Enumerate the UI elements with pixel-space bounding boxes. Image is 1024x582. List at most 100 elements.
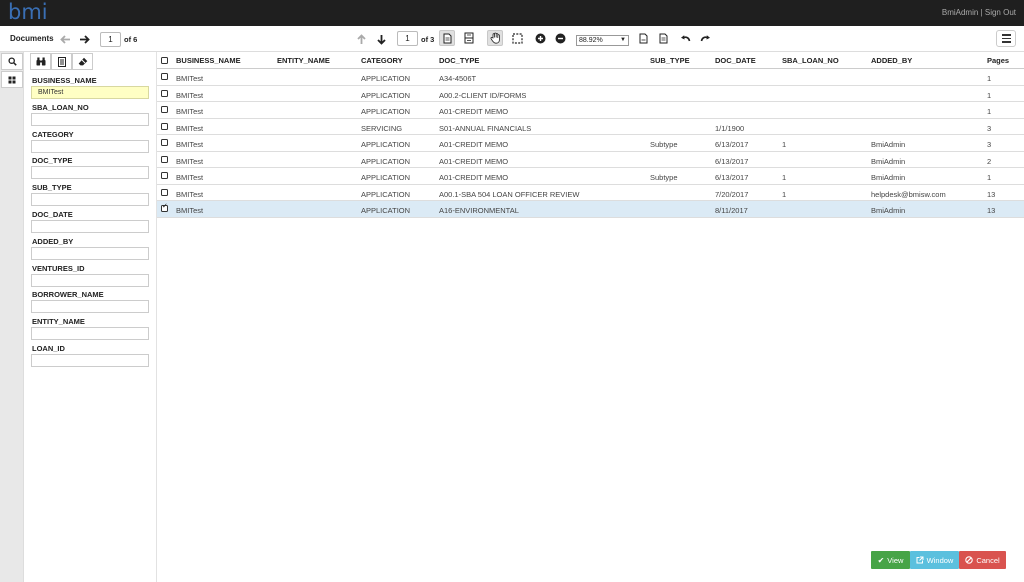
view-button-label: View [887, 555, 904, 565]
page-index-input[interactable]: 1 [397, 31, 418, 46]
col-sba-loan-no-cell: 1 [782, 173, 787, 182]
col-entity-name-header[interactable]: ENTITY_NAME [277, 56, 330, 65]
sign-out-link[interactable]: Sign Out [985, 8, 1016, 17]
col-business-name-cell: BMITest [176, 123, 204, 133]
filter-input-borrower-name[interactable] [31, 300, 149, 314]
app-logo[interactable]: bmi [8, 0, 48, 24]
continuous-view-button[interactable] [461, 30, 477, 46]
zoom-select[interactable]: 88.92% ▼ [576, 35, 629, 46]
rotate-left-button[interactable] [677, 30, 693, 46]
table-row[interactable]: BMITest SERVICING S01-ANNUAL FINANCIALS 1/1… [157, 119, 1024, 135]
menu-button[interactable] [996, 30, 1016, 47]
user-name[interactable]: BmiAdmin [942, 8, 978, 17]
col-doc-type-cell: A16-ENVIRONMENTAL [439, 206, 519, 215]
table-row[interactable]: BMITest APPLICATION A16-ENVIRONMENTAL 8/11/… [157, 201, 1024, 218]
row-checkbox[interactable] [161, 188, 168, 196]
col-doc-date-cell: 6/13/2017 [715, 173, 749, 182]
row-checkbox[interactable] [161, 139, 168, 146]
table-row[interactable]: BMITest APPLICATION A34-4506T 1 [157, 69, 1024, 86]
marquee-select-button[interactable] [509, 30, 525, 46]
col-doc-date-header[interactable]: DOC_DATE [715, 56, 756, 65]
zoom-value: 88.92% [579, 37, 603, 44]
col-doc-type-header[interactable]: DOC_TYPE [439, 56, 479, 65]
eraser-tab[interactable] [72, 53, 93, 70]
col-pages-cell: 1 [987, 90, 992, 100]
filter-label-loan-id: LOAN_ID [32, 344, 65, 353]
col-business-name-header[interactable]: BUSINESS_NAME [176, 56, 241, 65]
col-business-name-cell: BMITest [176, 90, 204, 100]
table-row[interactable]: BMITest APPLICATION A01-CREDIT MEMO Subtype… [157, 168, 1024, 185]
col-business-name-cell: BMITest [176, 140, 204, 149]
row-checkbox[interactable] [161, 73, 168, 80]
filter-input-added-by[interactable] [31, 246, 149, 260]
filter-label-business-name: BUSINESS_NAME [32, 76, 97, 85]
rotate-right-button[interactable] [697, 30, 713, 46]
filter-label-ventures-id: VENTURES_ID [32, 263, 85, 273]
col-pages-cell: 13 [987, 206, 996, 215]
col-sub-type-header[interactable]: SUB_TYPE [650, 56, 690, 65]
prev-document-button[interactable] [57, 31, 73, 47]
arrow-up-icon [356, 33, 366, 44]
col-added-by-header[interactable]: ADDED_BY [871, 56, 912, 65]
list-tab[interactable] [51, 53, 72, 70]
page-copy-icon [659, 33, 668, 43]
col-business-name-cell: BMITest [176, 189, 204, 199]
prev-page-button[interactable] [353, 31, 369, 47]
filter-input-sub-type[interactable] [31, 193, 149, 207]
filter-input-sba-loan-no[interactable] [31, 112, 149, 126]
arrow-down-icon [376, 34, 386, 45]
next-page-button[interactable] [373, 31, 389, 47]
filter-input-doc-date[interactable] [31, 220, 149, 233]
row-checkbox[interactable] [161, 172, 168, 179]
row-checkbox[interactable] [161, 122, 168, 130]
select-all-checkbox[interactable] [161, 57, 168, 64]
next-document-button[interactable] [76, 31, 92, 47]
search-panel-button[interactable] [1, 53, 23, 70]
grid-panel-button[interactable] [1, 71, 23, 88]
col-business-name-cell: BMITest [176, 173, 204, 182]
row-checkbox[interactable] [161, 202, 168, 212]
col-sba-loan-no-cell: 1 [782, 189, 787, 199]
pan-tool-button[interactable] [487, 30, 503, 46]
binoculars-tab[interactable] [30, 53, 51, 70]
table-row[interactable]: BMITest APPLICATION A01-CREDIT MEMO 1 [157, 102, 1024, 119]
row-checkbox[interactable] [161, 106, 168, 113]
table-row[interactable]: BMITest APPLICATION A01-CREDIT MEMO 6/13/20… [157, 152, 1024, 168]
table-row[interactable]: BMITest APPLICATION A00.2-CLIENT ID/FORMS 1 [157, 86, 1024, 102]
grid-header: BUSINESS_NAME ENTITY_NAME CATEGORY DOC_TYPE… [157, 52, 1024, 69]
filter-input-category[interactable] [31, 139, 149, 153]
document-index-input[interactable]: 1 [100, 32, 121, 47]
filter-input-ventures-id[interactable] [31, 273, 149, 287]
col-business-name-cell: BMITest [176, 74, 204, 83]
zoom-in-button[interactable] [532, 30, 548, 46]
single-page-view-button[interactable] [439, 30, 455, 46]
row-checkbox[interactable] [161, 155, 168, 163]
filter-label-category: CATEGORY [32, 129, 74, 139]
table-row[interactable]: BMITest APPLICATION A00.1-SBA 504 LOAN OFF… [157, 185, 1024, 201]
filter-input-doc-type[interactable] [31, 166, 149, 180]
filter-label-sub-type: SUB_TYPE [32, 183, 72, 193]
filter-input-loan-id[interactable] [31, 354, 149, 367]
list-icon [57, 56, 66, 67]
table-row[interactable]: BMITest APPLICATION A01-CREDIT MEMO Subtype… [157, 135, 1024, 152]
col-added-by-cell: BmiAdmin [871, 206, 906, 215]
filter-input-business-name[interactable]: BMITest [31, 86, 149, 99]
fit-width-button[interactable] [635, 30, 651, 46]
top-bar: bmi BmiAdmin | Sign Out [0, 0, 1024, 26]
cancel-button[interactable]: Cancel [959, 551, 1006, 569]
col-doc-date-cell: 7/20/2017 [715, 189, 749, 199]
rotate-left-icon [680, 34, 690, 41]
window-button[interactable]: Window [910, 551, 959, 569]
row-checkbox[interactable] [161, 89, 168, 97]
col-sba-loan-no-header[interactable]: SBA_LOAN_NO [782, 56, 839, 65]
col-added-by-cell: BmiAdmin [871, 156, 906, 166]
arrow-right-icon [79, 34, 90, 44]
binoculars-icon [36, 57, 45, 66]
filter-input-entity-name[interactable] [31, 327, 149, 341]
fit-page-button[interactable] [655, 30, 671, 46]
col-category-header[interactable]: CATEGORY [361, 56, 403, 65]
chevron-down-icon: ▼ [620, 37, 626, 43]
view-button[interactable]: ✔ View [871, 551, 910, 569]
zoom-out-button[interactable] [552, 30, 568, 46]
col-pages-header[interactable]: Pages [987, 56, 1009, 65]
